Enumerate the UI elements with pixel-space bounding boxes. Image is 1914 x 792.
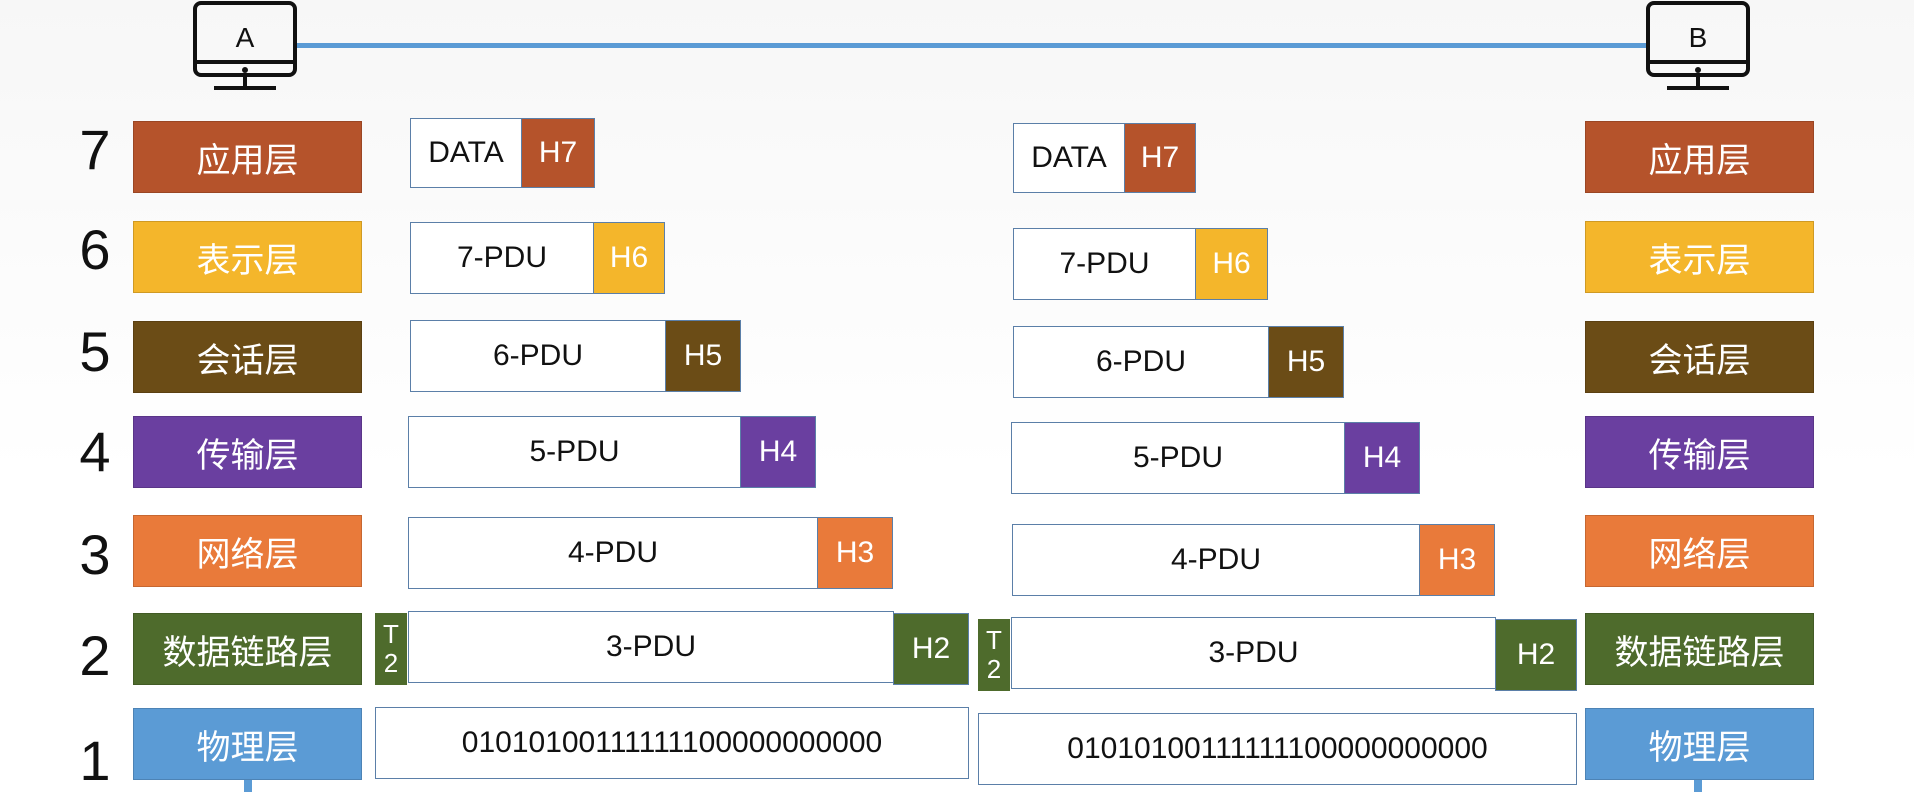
right-l2-trailer-top: T: [986, 625, 1002, 656]
left-l3-header: H3: [817, 517, 893, 589]
left-l4-data: 5-PDU: [408, 416, 741, 488]
right-l7-header: H7: [1124, 123, 1196, 193]
right-layer-network: 网络层: [1585, 515, 1814, 587]
left-l2-header: H2: [893, 613, 969, 685]
right-l5-header: H5: [1268, 326, 1344, 398]
right-l2-data: 3-PDU: [1011, 617, 1496, 689]
layer-number-7: 7: [79, 118, 111, 181]
left-l7-data: DATA: [410, 118, 522, 188]
left-layer-datalink: 数据链路层: [133, 613, 362, 685]
right-physical-connector: [1694, 780, 1702, 792]
left-l1-bits: 01010100111111100000000000: [375, 707, 969, 779]
left-layer-transport: 传输层: [133, 416, 362, 488]
right-layer-presentation: 表示层: [1585, 221, 1814, 293]
host-a-label: A: [235, 22, 255, 53]
left-layer-session: 会话层: [133, 321, 362, 393]
right-l4-header: H4: [1344, 422, 1420, 494]
left-physical-connector: [244, 780, 252, 792]
right-l4-data: 5-PDU: [1011, 422, 1345, 494]
right-l2-header: H2: [1495, 619, 1577, 691]
left-l2-trailer: T 2: [375, 613, 407, 685]
left-l2-trailer-bottom: 2: [383, 648, 399, 678]
left-layer-presentation: 表示层: [133, 221, 362, 293]
left-layer-network: 网络层: [133, 515, 362, 587]
left-l6-header: H6: [593, 222, 665, 294]
layer-number-1: 1: [79, 729, 111, 792]
right-l2-trailer-bottom: 2: [986, 654, 1002, 684]
left-l2-trailer-top: T: [383, 619, 399, 650]
right-layer-datalink: 数据链路层: [1585, 613, 1814, 685]
right-l3-data: 4-PDU: [1012, 524, 1420, 596]
right-l5-data: 6-PDU: [1013, 326, 1269, 398]
right-layer-session: 会话层: [1585, 321, 1814, 393]
right-layer-physical: 物理层: [1585, 708, 1814, 780]
host-b-monitor-icon: B: [1645, 0, 1751, 92]
right-l1-bits: 01010100111111100000000000: [978, 713, 1577, 785]
network-link: [296, 43, 1646, 48]
left-layer-physical: 物理层: [133, 708, 362, 780]
left-l5-header: H5: [665, 320, 741, 392]
right-l3-header: H3: [1419, 524, 1495, 596]
right-l6-data: 7-PDU: [1013, 228, 1196, 300]
right-l7-data: DATA: [1013, 123, 1125, 193]
layer-number-6: 6: [79, 218, 111, 281]
right-l2-trailer: T 2: [978, 619, 1010, 691]
right-l6-header: H6: [1195, 228, 1268, 300]
right-layer-application: 应用层: [1585, 121, 1814, 193]
layer-number-3: 3: [79, 523, 111, 586]
left-layer-application: 应用层: [133, 121, 362, 193]
left-l3-data: 4-PDU: [408, 517, 818, 589]
layer-number-2: 2: [79, 624, 111, 687]
left-l2-data: 3-PDU: [408, 611, 894, 683]
left-l5-data: 6-PDU: [410, 320, 666, 392]
left-l4-header: H4: [740, 416, 816, 488]
layer-number-5: 5: [79, 320, 111, 383]
host-b-label: B: [1688, 22, 1708, 53]
left-l6-data: 7-PDU: [410, 222, 594, 294]
layer-number-4: 4: [79, 420, 111, 483]
left-l7-header: H7: [521, 118, 595, 188]
right-layer-transport: 传输层: [1585, 416, 1814, 488]
host-a-monitor-icon: A: [192, 0, 298, 92]
